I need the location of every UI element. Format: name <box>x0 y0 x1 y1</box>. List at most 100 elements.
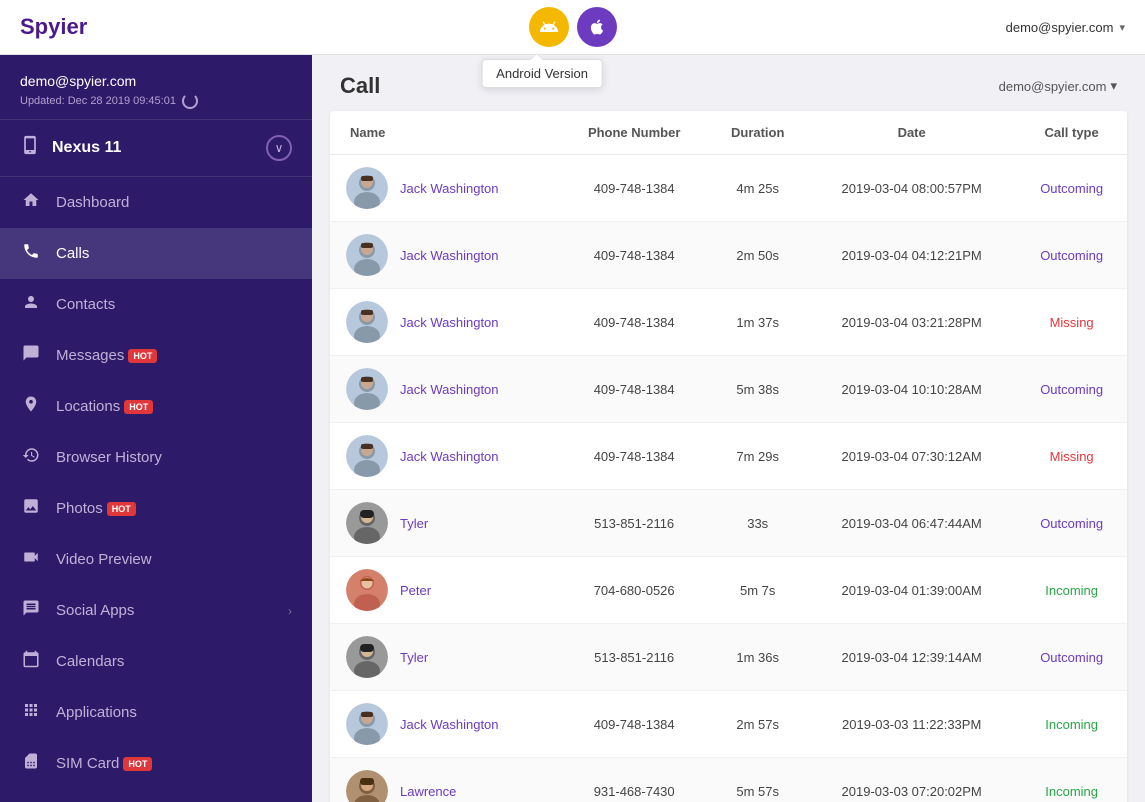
content-chevron-icon: ▾ <box>1110 78 1117 94</box>
applications-icon <box>20 701 42 724</box>
contact-name: Jack Washington <box>400 717 499 732</box>
sidebar-item-label-browser-history: Browser History <box>56 449 292 466</box>
sidebar-item-contacts[interactable]: Contacts <box>0 279 312 330</box>
contact-name: Jack Washington <box>400 248 499 263</box>
refresh-icon[interactable] <box>182 93 198 109</box>
name-cell: Jack Washington <box>330 289 560 356</box>
sidebar: demo@spyier.com Updated: Dec 28 2019 09:… <box>0 55 312 802</box>
platform-icons: Android Version <box>529 7 617 47</box>
col-header-call-type: Call type <box>1016 111 1127 155</box>
call-type-cell: Outcoming <box>1016 490 1127 557</box>
name-cell: Lawrence <box>330 758 560 802</box>
col-header-duration: Duration <box>708 111 807 155</box>
calls-table: NamePhone NumberDurationDateCall type Ja… <box>330 111 1127 802</box>
date-cell: 2019-03-04 06:47:44AM <box>807 490 1016 557</box>
contact-name: Peter <box>400 583 431 598</box>
dashboard-icon <box>20 191 42 214</box>
name-cell: Tyler <box>330 624 560 691</box>
phone-cell: 513-851-2116 <box>560 490 708 557</box>
avatar <box>346 502 388 544</box>
phone-cell: 931-468-7430 <box>560 758 708 802</box>
browser-history-icon <box>20 446 42 469</box>
main-layout: demo@spyier.com Updated: Dec 28 2019 09:… <box>0 55 1145 802</box>
table-row: Tyler513-851-211633s2019-03-04 06:47:44A… <box>330 490 1127 557</box>
phone-cell: 409-748-1384 <box>560 356 708 423</box>
name-cell: Jack Washington <box>330 155 560 222</box>
table-row: Jack Washington409-748-13842m 57s2019-03… <box>330 691 1127 758</box>
call-type-cell: Incoming <box>1016 557 1127 624</box>
calls-icon <box>20 242 42 265</box>
name-cell: Jack Washington <box>330 423 560 490</box>
contact-name: Tyler <box>400 650 428 665</box>
col-header-name: Name <box>330 111 560 155</box>
duration-cell: 7m 29s <box>708 423 807 490</box>
sidebar-item-label-calls: Calls <box>56 245 292 262</box>
contact-name: Jack Washington <box>400 449 499 464</box>
date-cell: 2019-03-04 10:10:28AM <box>807 356 1016 423</box>
sidebar-item-locations[interactable]: LocationsHOT <box>0 381 312 432</box>
table-row: Jack Washington409-748-13847m 29s2019-03… <box>330 423 1127 490</box>
ios-icon-button[interactable] <box>577 7 617 47</box>
sidebar-item-browser-history[interactable]: Browser History <box>0 432 312 483</box>
duration-cell: 5m 57s <box>708 758 807 802</box>
content-user-menu[interactable]: demo@spyier.com ▾ <box>999 78 1117 94</box>
avatar <box>346 435 388 477</box>
phone-cell: 409-748-1384 <box>560 155 708 222</box>
call-type-cell: Missing <box>1016 423 1127 490</box>
topbar-user-menu[interactable]: demo@spyier.com ▾ <box>1006 20 1125 35</box>
duration-cell: 5m 38s <box>708 356 807 423</box>
sidebar-item-label-applications: Applications <box>56 704 292 721</box>
avatar <box>346 770 388 802</box>
table-row: Jack Washington409-748-13845m 38s2019-03… <box>330 356 1127 423</box>
date-cell: 2019-03-04 04:12:21PM <box>807 222 1016 289</box>
duration-cell: 2m 50s <box>708 222 807 289</box>
calendars-icon <box>20 650 42 673</box>
video-preview-icon <box>20 548 42 571</box>
call-type-cell: Incoming <box>1016 758 1127 802</box>
hot-badge-photos: HOT <box>107 502 136 516</box>
device-chevron-icon[interactable]: ∨ <box>266 135 292 161</box>
android-icon-button[interactable] <box>529 7 569 47</box>
table-row: Jack Washington409-748-13844m 25s2019-03… <box>330 155 1127 222</box>
contact-name: Lawrence <box>400 784 456 799</box>
avatar <box>346 301 388 343</box>
phone-cell: 409-748-1384 <box>560 289 708 356</box>
table-row: Tyler513-851-21161m 36s2019-03-04 12:39:… <box>330 624 1127 691</box>
name-cell: Peter <box>330 557 560 624</box>
device-icon <box>20 134 40 162</box>
call-type-cell: Outcoming <box>1016 155 1127 222</box>
name-cell: Jack Washington <box>330 691 560 758</box>
hot-badge-sim-card: HOT <box>123 757 152 771</box>
phone-cell: 409-748-1384 <box>560 423 708 490</box>
sidebar-item-social-apps[interactable]: Social Apps› <box>0 585 312 636</box>
locations-icon <box>20 395 42 418</box>
name-cell: Jack Washington <box>330 356 560 423</box>
hot-badge-messages: HOT <box>128 349 157 363</box>
sidebar-device[interactable]: Nexus 11 ∨ <box>0 120 312 177</box>
content-area: Call demo@spyier.com ▾ NamePhone NumberD… <box>312 55 1145 802</box>
sidebar-item-video-preview[interactable]: Video Preview <box>0 534 312 585</box>
avatar <box>346 368 388 410</box>
avatar <box>346 167 388 209</box>
date-cell: 2019-03-03 11:22:33PM <box>807 691 1016 758</box>
sidebar-item-calendars[interactable]: Calendars <box>0 636 312 687</box>
table-row: Jack Washington409-748-13841m 37s2019-03… <box>330 289 1127 356</box>
sidebar-nav: Dashboard Calls ContactsMessagesHOT Locatio… <box>0 177 312 789</box>
sidebar-item-photos[interactable]: PhotosHOT <box>0 483 312 534</box>
table-row: Peter704-680-05265m 7s2019-03-04 01:39:0… <box>330 557 1127 624</box>
sidebar-item-calls[interactable]: Calls <box>0 228 312 279</box>
avatar <box>346 636 388 678</box>
sidebar-item-messages[interactable]: MessagesHOT <box>0 330 312 381</box>
phone-cell: 513-851-2116 <box>560 624 708 691</box>
sidebar-item-label-locations: LocationsHOT <box>56 398 292 415</box>
sidebar-item-label-social-apps: Social Apps <box>56 602 274 619</box>
contacts-icon <box>20 293 42 316</box>
sidebar-item-applications[interactable]: Applications <box>0 687 312 738</box>
sidebar-item-label-sim-card: SIM CardHOT <box>56 755 292 772</box>
sidebar-item-sim-card[interactable]: SIM CardHOT <box>0 738 312 789</box>
avatar <box>346 703 388 745</box>
topbar: Spyier Android Version demo@spyier.com ▾ <box>0 0 1145 55</box>
sidebar-item-dashboard[interactable]: Dashboard <box>0 177 312 228</box>
name-cell: Tyler <box>330 490 560 557</box>
sidebar-user-info: demo@spyier.com Updated: Dec 28 2019 09:… <box>0 55 312 120</box>
